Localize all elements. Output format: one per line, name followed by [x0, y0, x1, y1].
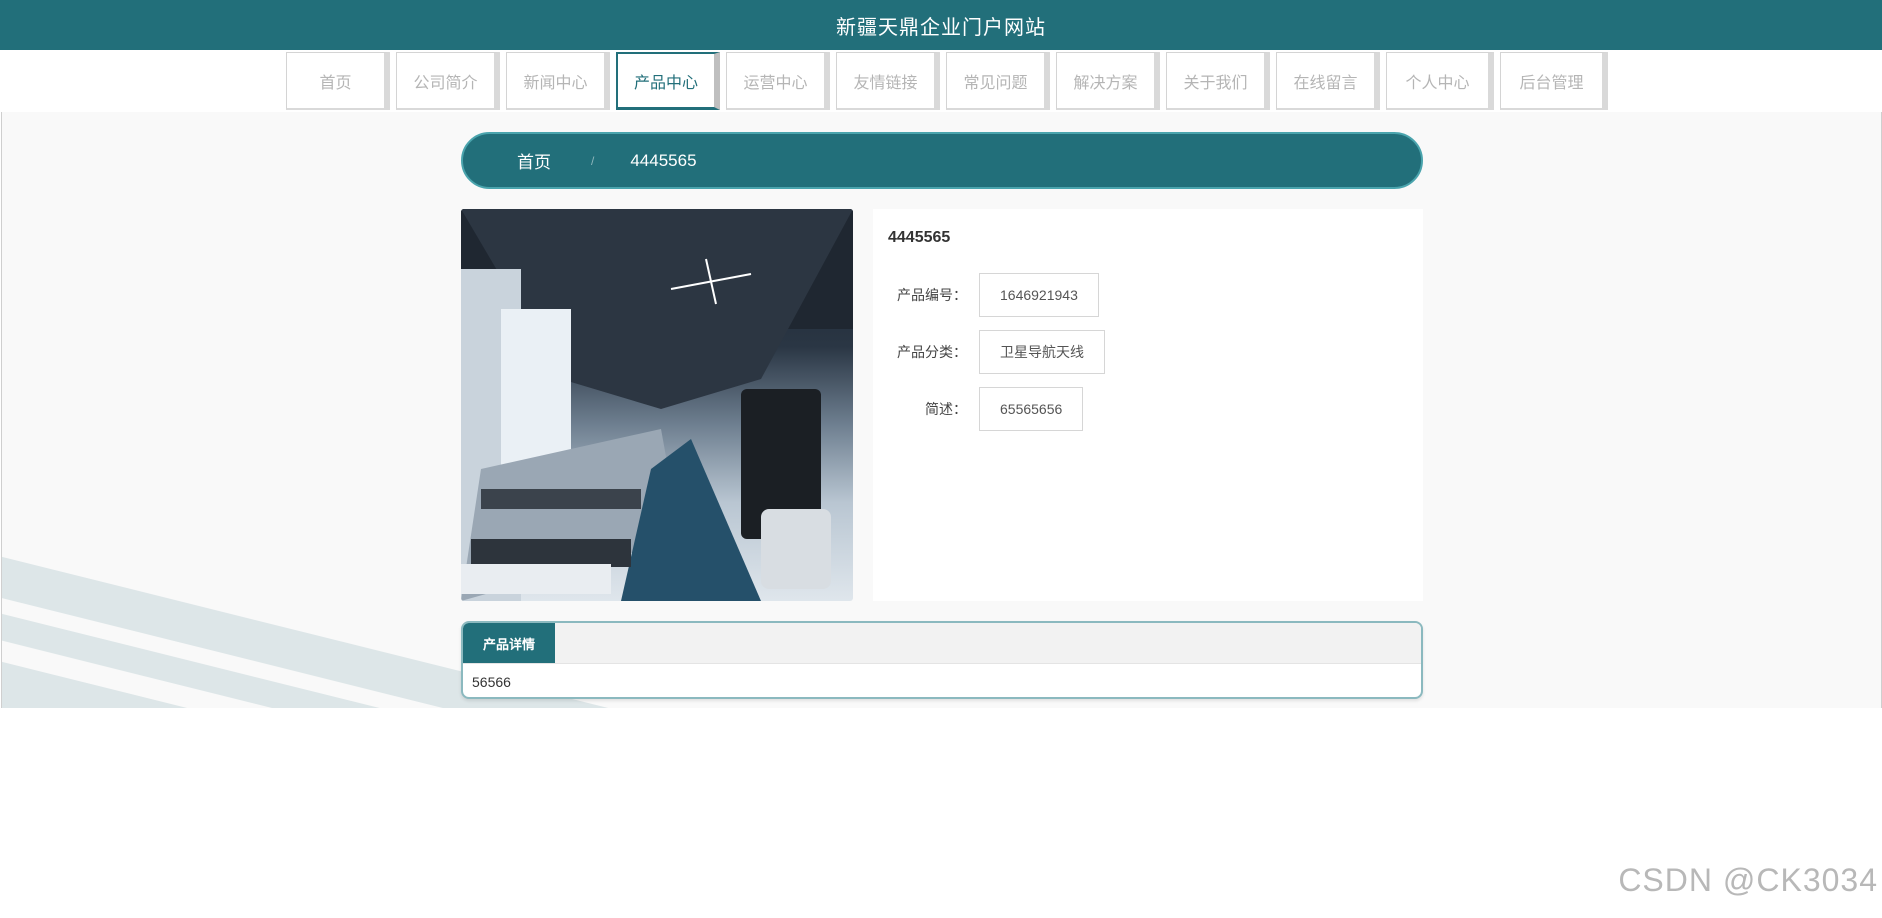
nav-item-operations[interactable]: 运营中心: [726, 52, 830, 110]
breadcrumb-separator: /: [591, 153, 595, 168]
tab-product-detail[interactable]: 产品详情: [463, 623, 555, 663]
field-label: 产品编号：: [897, 287, 967, 303]
field-label: 简述：: [925, 401, 967, 417]
breadcrumb-home[interactable]: 首页: [517, 148, 551, 173]
breadcrumb-current: 4445565: [630, 150, 697, 170]
breadcrumb: 首页 / 4445565: [461, 132, 1423, 189]
product-info-panel: 4445565 产品编号： 1646921943 产品分类： 卫星导航天线 简述…: [873, 209, 1423, 601]
nav-item-messages[interactable]: 在线留言: [1276, 52, 1380, 110]
site-title: 新疆天鼎企业门户网站: [836, 16, 1046, 39]
field-value: 卫星导航天线: [979, 330, 1105, 374]
site-header: 新疆天鼎企业门户网站: [0, 0, 1882, 50]
nav-item-solutions[interactable]: 解决方案: [1056, 52, 1160, 110]
main-nav: 首页 公司简介 新闻中心 产品中心 运营中心 友情链接 常见问题 解决方案 关于…: [0, 50, 1882, 112]
nav-item-products[interactable]: 产品中心: [616, 52, 720, 110]
field-product-category: 产品分类： 卫星导航天线: [873, 329, 1105, 375]
nav-item-faq[interactable]: 常见问题: [946, 52, 1050, 110]
nav-item-profile[interactable]: 个人中心: [1386, 52, 1494, 110]
gym-interior-icon: [461, 209, 853, 601]
field-value: 1646921943: [979, 273, 1099, 317]
nav-item-admin[interactable]: 后台管理: [1500, 52, 1608, 110]
nav-item-news[interactable]: 新闻中心: [506, 52, 610, 110]
field-label: 产品分类：: [897, 344, 967, 360]
product-detail-box: 产品详情 56566: [461, 621, 1423, 699]
field-product-summary: 简述： 65565656: [873, 386, 1084, 432]
product-name: 4445565: [888, 229, 951, 246]
nav-item-about[interactable]: 关于我们: [1166, 52, 1270, 110]
nav-item-links[interactable]: 友情链接: [836, 52, 940, 110]
detail-content: 56566: [472, 674, 511, 690]
watermark: CSDN @CK3034: [1618, 862, 1878, 898]
nav-item-company[interactable]: 公司简介: [396, 52, 500, 110]
field-product-code: 产品编号： 1646921943: [873, 272, 1099, 318]
product-image: [461, 209, 853, 601]
nav-item-home[interactable]: 首页: [286, 52, 390, 110]
detail-tab-bar: 产品详情: [463, 623, 1421, 664]
field-value: 65565656: [979, 387, 1084, 431]
